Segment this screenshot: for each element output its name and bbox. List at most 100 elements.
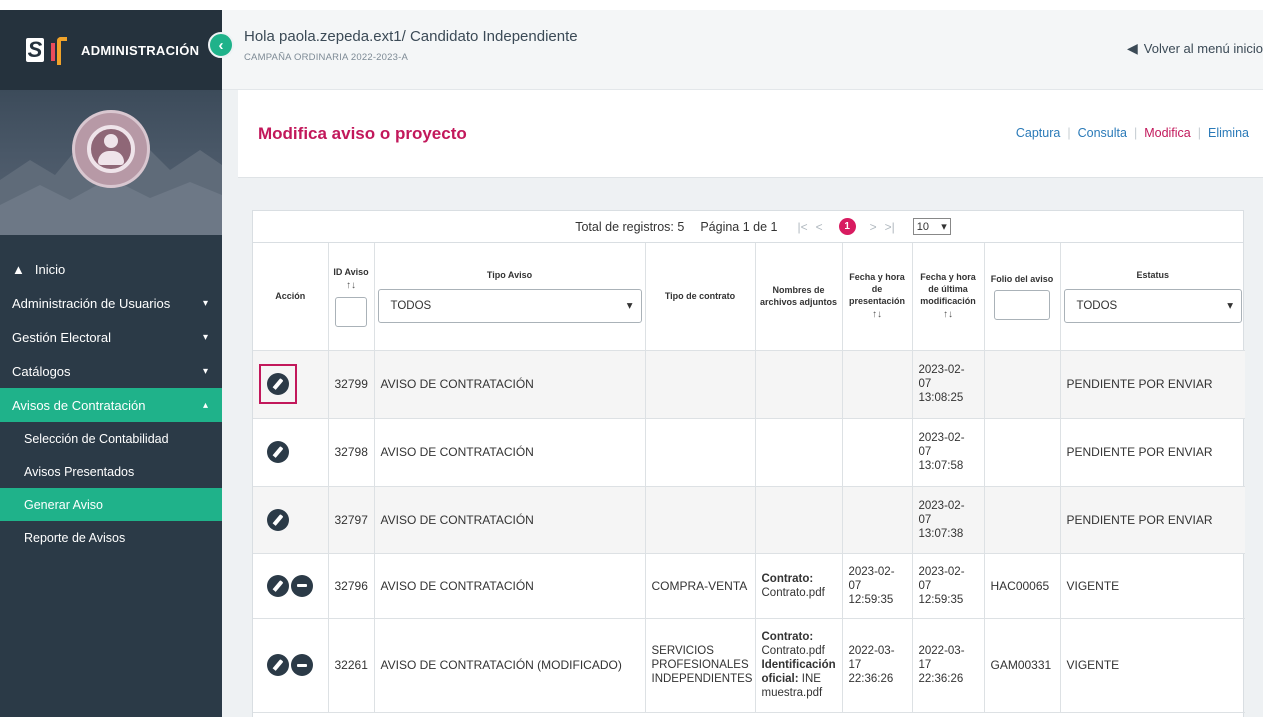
edit-icon[interactable] (267, 574, 289, 597)
date-part: 17 (848, 659, 862, 671)
date-part: 07 (918, 513, 932, 526)
sidebar-item-label: Avisos de Contratación (12, 397, 146, 413)
attachment-link[interactable]: Contrato.pdf (762, 587, 825, 599)
chevron-down-icon: ▾ (202, 297, 208, 309)
tab-elimina[interactable]: Elimina (1208, 126, 1249, 140)
date-part: 17 (918, 659, 932, 671)
date-part: 07 (918, 579, 932, 592)
fecha-mod-cell: 2023-02- 07 13:07:38 (912, 486, 985, 554)
edit-icon[interactable] (267, 654, 289, 676)
sort-icon[interactable]: ↑↓ (332, 280, 371, 292)
chevron-down-icon: ▾ (626, 300, 633, 313)
sort-icon[interactable]: ↑↓ (916, 309, 981, 321)
chevron-left-icon[interactable]: ‹ (208, 32, 234, 58)
id-cell: 32797 (328, 486, 375, 554)
back-link-label: Volver al menú inicio (1143, 41, 1263, 56)
archivos-cell (755, 486, 843, 554)
id-cell: 32799 (328, 350, 375, 419)
sidebar-subitem-presentados[interactable]: Avisos Presentados (0, 455, 222, 488)
estatus-filter-select[interactable]: TODOS ▾ (1063, 289, 1242, 324)
current-page-button[interactable]: 1 (838, 218, 856, 235)
date-part: 2023-02- (848, 565, 895, 578)
chevron-down-icon: ▾ (202, 365, 208, 377)
sidebar-subitem-generar[interactable]: Generar Aviso (0, 488, 222, 521)
page-indicator: Página 1 de 1 (700, 219, 778, 234)
folio-cell: GAM00331 (984, 618, 1061, 713)
chevron-up-icon: ▴ (202, 399, 208, 411)
chevron-down-icon: ▾ (202, 331, 208, 343)
pagination-bar: Total de registros: 5 Página 1 de 1 |< <… (253, 211, 1243, 243)
attachment-label: Contrato: (761, 572, 814, 585)
edit-icon[interactable] (267, 508, 289, 531)
col-id: ID Aviso ↑↓ (328, 243, 375, 351)
avisos-table: Acción ID Aviso ↑↓ Tipo Aviso TODOS ▾ Tip… (253, 243, 1245, 713)
id-filter-input[interactable] (335, 296, 367, 327)
page-size-select[interactable]: 10 ▾ (912, 218, 951, 235)
sidebar-item-usuarios[interactable]: Administración de Usuarios ▾ (0, 286, 222, 320)
action-tabs: Captura | Consulta | Modifica | Elimina (1016, 126, 1249, 140)
table-row: 32799 AVISO DE CONTRATACIÓN 2023-02- 07 13… (253, 350, 1245, 419)
time-part: 12:59:35 (918, 593, 964, 606)
archivos-cell: Contrato: Contrato.pdf Identificación ofic… (755, 618, 843, 713)
col-estatus: Estatus TODOS ▾ (1060, 243, 1245, 351)
folio-cell (984, 418, 1061, 487)
sort-icon[interactable]: ↑↓ (846, 309, 909, 321)
archivos-cell: Contrato: Contrato.pdf (755, 553, 843, 619)
results-table-card: Total de registros: 5 Página 1 de 1 |< <… (252, 210, 1245, 717)
edit-icon[interactable] (267, 373, 289, 395)
col-folio-label: Folio del aviso (990, 273, 1054, 284)
sidebar-nav: ▲ Inicio Administración de Usuarios ▾ Ges… (0, 252, 222, 554)
main-content: Modifica aviso o proyecto Captura | Cons… (222, 90, 1263, 717)
folio-cell (984, 350, 1061, 419)
tipo-cell: AVISO DE CONTRATACIÓN (374, 350, 646, 419)
tipo-cell: AVISO DE CONTRATACIÓN (MODIFICADO) (374, 618, 646, 713)
sidebar-item-inicio[interactable]: ▲ Inicio (0, 252, 222, 286)
sidebar-item-label: Inicio (34, 261, 66, 277)
sidebar-subitem-seleccion[interactable]: Selección de Contabilidad (0, 422, 222, 455)
page-title: Modifica aviso o proyecto (258, 124, 467, 143)
tipo-cell: AVISO DE CONTRATACIÓN (374, 553, 646, 619)
folio-filter-input[interactable] (994, 289, 1050, 320)
user-icon (87, 125, 135, 173)
date-part: 2022-03- (918, 645, 965, 657)
col-fecha-mod-label: Fecha y hora de última modificación (920, 272, 976, 307)
table-row: 32797 AVISO DE CONTRATACIÓN 2023-02- 07 13… (253, 486, 1245, 554)
tipo-filter-select[interactable]: TODOS ▾ (377, 289, 642, 324)
fecha-pres-cell: 2022-03- 17 22:36:26 (842, 618, 913, 713)
tab-consulta[interactable]: Consulta (1078, 126, 1127, 140)
id-cell: 32261 (328, 618, 375, 713)
edit-highlight (259, 364, 297, 404)
next-page-button[interactable]: > (870, 220, 877, 234)
first-page-button[interactable]: |< (797, 220, 807, 234)
estatus-cell: PENDIENTE POR ENVIAR (1060, 350, 1245, 419)
tab-captura[interactable]: Captura (1016, 126, 1060, 140)
sidebar-item-catalogos[interactable]: Catálogos ▾ (0, 354, 222, 388)
attachment-label: Identificación oficial: (761, 659, 836, 685)
estatus-cell: VIGENTE (1060, 553, 1245, 619)
tab-modifica[interactable]: Modifica (1144, 126, 1191, 140)
sidebar-item-avisos[interactable]: Avisos de Contratación ▴ (0, 388, 222, 422)
delete-icon[interactable] (291, 654, 313, 676)
date-part: 2023-02- (918, 432, 965, 444)
col-tipo-label: Tipo Aviso (486, 270, 533, 281)
fecha-pres-cell (842, 350, 913, 419)
chevron-down-icon: ▾ (941, 221, 947, 233)
action-cell (253, 418, 329, 487)
back-to-menu-link[interactable]: ◀ Volver al menú inicio (1127, 40, 1263, 57)
contrato-cell (645, 486, 756, 554)
attachment-link[interactable]: Contrato.pdf (762, 645, 825, 657)
edit-icon[interactable] (267, 441, 289, 463)
sidebar-item-gestion[interactable]: Gestión Electoral ▾ (0, 320, 222, 354)
time-part: 13:07:58 (918, 460, 964, 472)
profile-banner (0, 90, 222, 235)
last-page-button[interactable]: >| (885, 220, 895, 234)
folio-cell: HAC00065 (984, 553, 1061, 619)
sidebar-item-label: Administración de Usuarios (12, 295, 171, 311)
col-accion: Acción (253, 243, 329, 351)
fecha-pres-cell (842, 418, 913, 487)
col-fecha-modificacion: Fecha y hora de última modificación ↑↓ (912, 243, 985, 351)
sidebar-subitem-reporte[interactable]: Reporte de Avisos (0, 521, 222, 554)
tab-separator: | (1197, 126, 1201, 140)
delete-icon[interactable] (291, 574, 313, 597)
prev-page-button[interactable]: < (816, 220, 823, 234)
